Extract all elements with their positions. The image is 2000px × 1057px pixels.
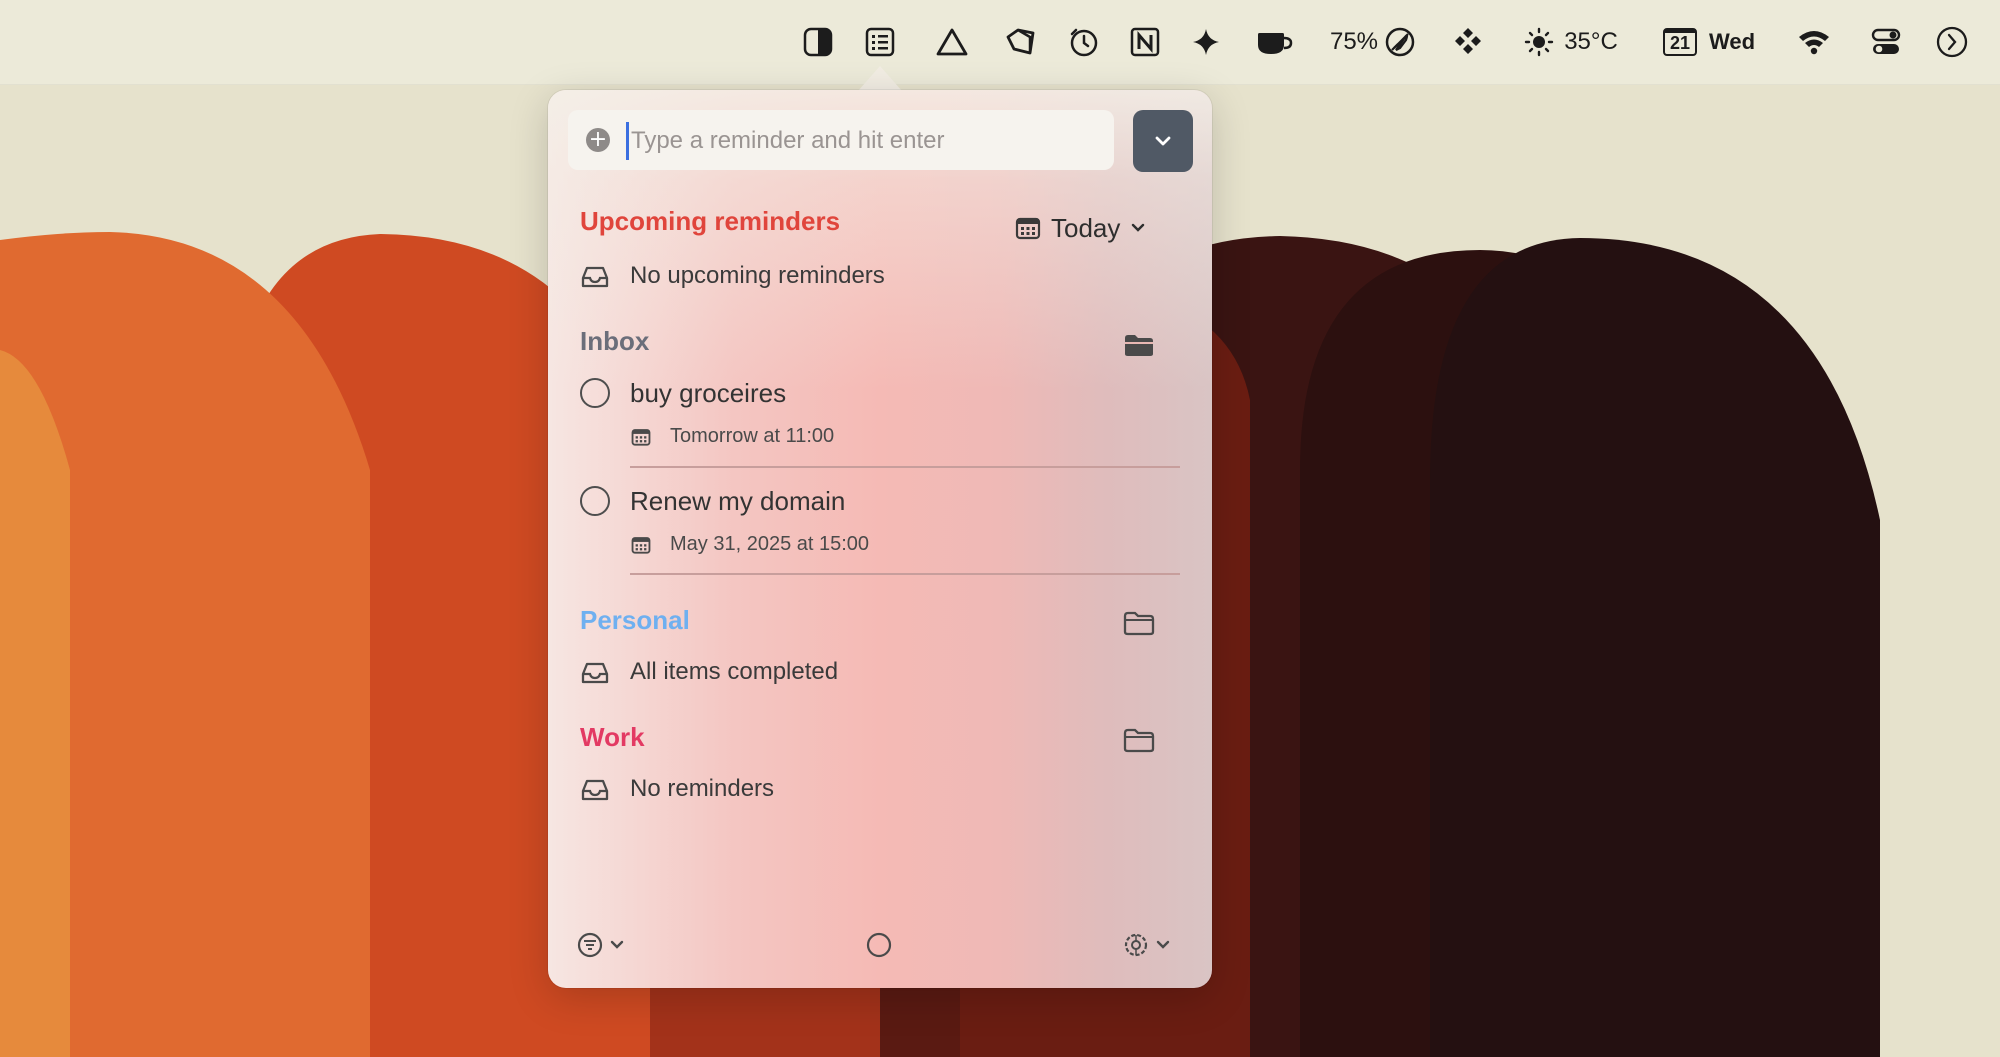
- calendar-icon: [1015, 217, 1041, 240]
- divider: [630, 466, 1180, 468]
- folder-icon[interactable]: [1122, 608, 1156, 638]
- settings-menu-button[interactable]: [1120, 930, 1180, 960]
- settings-gear-icon: [1124, 933, 1148, 957]
- today-filter-label: Today: [1051, 212, 1121, 243]
- menu-chevron-icon[interactable]: [1934, 20, 1970, 64]
- popover-arrow: [858, 66, 902, 91]
- chevron-down-icon: [1155, 136, 1171, 146]
- reminders-list-icon[interactable]: [862, 20, 898, 64]
- triangle-icon[interactable]: [934, 20, 970, 64]
- calendar-icon: [630, 534, 652, 556]
- coffee-cup-icon[interactable]: [1254, 20, 1294, 64]
- menu-bar: 75% 35°C 21 Wed: [0, 0, 2000, 85]
- reminder-due-date: Tomorrow at 11:00: [670, 425, 835, 447]
- wifi-icon[interactable]: [1796, 20, 1832, 64]
- circle-icon[interactable]: [864, 930, 894, 960]
- personal-empty-text: All items completed: [630, 658, 839, 685]
- work-section-title: Work: [580, 722, 645, 752]
- tray-icon: [580, 775, 610, 805]
- complete-checkbox[interactable]: [580, 486, 610, 516]
- reminders-popover: + Upcoming reminders Today No upcoming r…: [548, 90, 1212, 988]
- reminder-input[interactable]: [626, 122, 1103, 160]
- reminder-input-box[interactable]: +: [568, 110, 1114, 170]
- tray-icon: [580, 262, 610, 292]
- notion-icon[interactable]: [1127, 20, 1163, 64]
- upcoming-section-title: Upcoming reminders: [580, 206, 841, 236]
- filter-icon: [577, 932, 603, 958]
- folder-icon[interactable]: [1122, 725, 1156, 755]
- temperature-text: 35°C: [1564, 28, 1618, 55]
- calendar-date-badge[interactable]: 21: [1660, 20, 1700, 64]
- options-dropdown-button[interactable]: [1133, 110, 1193, 172]
- timer-icon[interactable]: [1066, 20, 1102, 64]
- control-center-icon[interactable]: [1868, 20, 1904, 64]
- date-day: 21: [1663, 28, 1697, 56]
- chevron-down-icon: [1132, 223, 1145, 232]
- sparkle-icon[interactable]: [1188, 20, 1224, 64]
- tray-icon: [580, 658, 610, 688]
- folder-filled-icon[interactable]: [1122, 330, 1156, 360]
- inbox-section-title: Inbox: [580, 326, 650, 356]
- contrast-icon[interactable]: [800, 20, 836, 64]
- work-empty-text: No reminders: [630, 775, 775, 802]
- weekday-text: Wed: [1708, 29, 1756, 54]
- battery-percent: 75%: [1329, 28, 1379, 55]
- personal-section-title: Personal: [580, 605, 690, 635]
- upcoming-empty-text: No upcoming reminders: [630, 262, 885, 289]
- today-filter-dropdown[interactable]: Today: [1015, 208, 1146, 248]
- rocket-icon[interactable]: [1382, 20, 1418, 64]
- tag-icon[interactable]: [1002, 20, 1038, 64]
- sun-icon[interactable]: [1522, 20, 1556, 64]
- diamond-dots-icon[interactable]: [1450, 20, 1486, 64]
- complete-checkbox[interactable]: [580, 378, 610, 408]
- reminder-due-date: May 31, 2025 at 15:00: [670, 533, 870, 555]
- filter-menu-button[interactable]: [574, 930, 634, 960]
- add-icon[interactable]: +: [586, 128, 610, 152]
- reminder-title[interactable]: buy groceires: [630, 378, 786, 409]
- reminder-title[interactable]: Renew my domain: [630, 486, 845, 517]
- calendar-icon: [630, 426, 652, 448]
- divider: [630, 573, 1180, 575]
